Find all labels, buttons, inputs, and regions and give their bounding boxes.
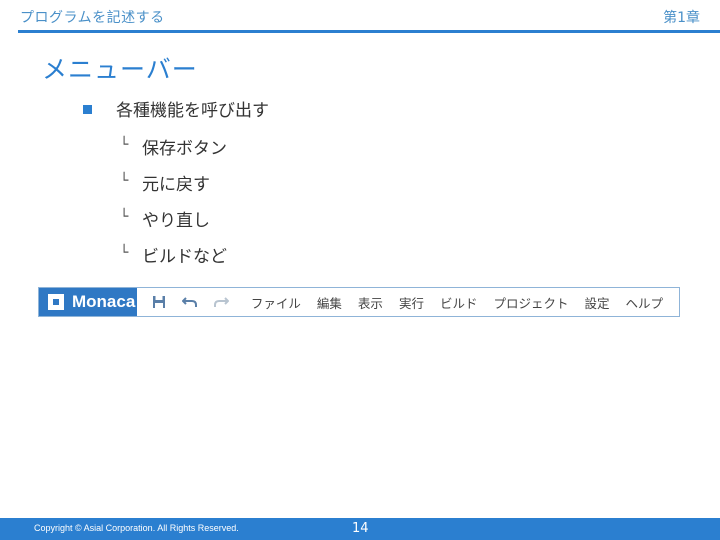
menu-view[interactable]: 表示 [358,293,383,312]
monaca-logo-icon [48,294,64,310]
menu-file[interactable]: ファイル [251,293,301,312]
tree-branch-icon: └ [120,172,129,189]
bullet-text: 各種機能を呼び出す [116,101,269,121]
tree-branch-icon: └ [120,136,129,153]
menu-settings[interactable]: 設定 [584,293,609,312]
save-icon[interactable] [151,293,168,311]
sub-item-label: やり直し [142,211,210,231]
tree-branch-icon: └ [120,208,129,225]
menu-run[interactable]: 実行 [399,293,424,312]
copyright-text: Copyright © Asial Corporation. All Right… [34,523,239,533]
tree-branch-icon: └ [120,244,129,261]
redo-icon[interactable] [212,293,229,311]
footer-bar: Copyright © Asial Corporation. All Right… [0,518,720,540]
slide-title: メニューバー [42,55,198,84]
sub-item: └ 元に戻す [120,170,210,196]
menu-project[interactable]: プロジェクト [493,293,568,312]
sub-item-label: 元に戻す [142,175,210,195]
section-title: プログラムを記述する [20,10,165,26]
menu-build[interactable]: ビルド [440,293,478,312]
header-divider [18,30,720,33]
bullet-square-icon [83,105,92,114]
chapter-label: 第1章 [663,10,700,26]
sub-item-label: ビルドなど [142,247,227,267]
menu-help[interactable]: ヘルプ [626,293,664,312]
sub-item-label: 保存ボタン [142,139,227,159]
monaca-menubar: Monaca ファイル 編集 表示 実行 ビルド プロジェクト 設定 ヘルプ [38,287,680,317]
sub-item: └ 保存ボタン [120,134,227,160]
undo-icon[interactable] [181,293,199,311]
monaca-logo-text: Monaca [72,292,136,311]
page-number: 14 [352,521,369,536]
sub-item: └ やり直し [120,206,210,232]
bullet-item: 各種機能を呼び出す [83,96,269,121]
monaca-logo[interactable]: Monaca [39,288,137,316]
menu-edit[interactable]: 編集 [317,293,342,312]
sub-item: └ ビルドなど [120,242,227,268]
menu-items: ファイル 編集 表示 実行 ビルド プロジェクト 設定 ヘルプ [251,293,679,312]
